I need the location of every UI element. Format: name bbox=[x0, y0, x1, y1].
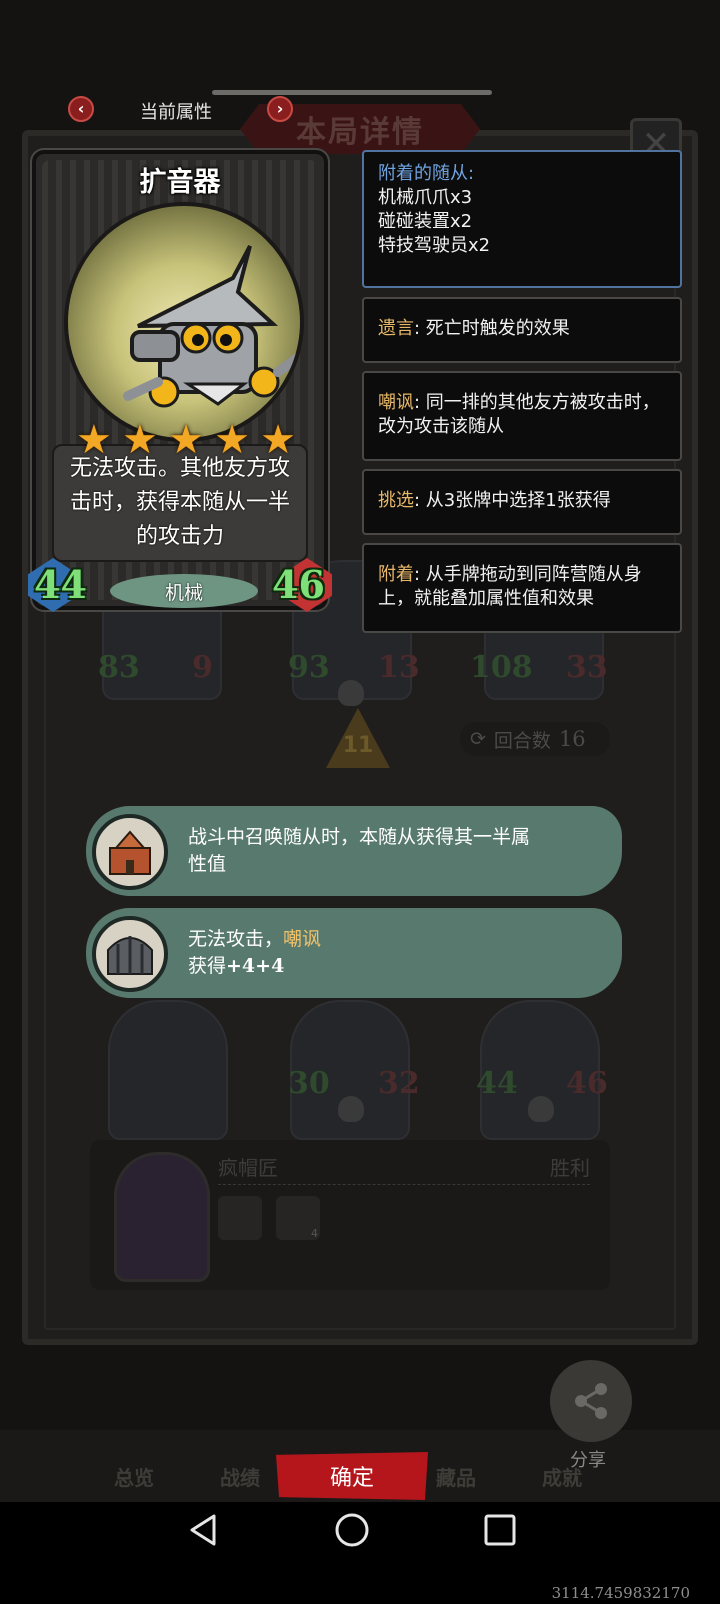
background-minion bbox=[108, 1000, 228, 1140]
card-health: 46 bbox=[272, 562, 325, 607]
share-icon bbox=[575, 1383, 607, 1419]
divider bbox=[218, 1184, 590, 1185]
refresh-icon: ⟳ bbox=[470, 728, 486, 750]
home-icon[interactable] bbox=[332, 1510, 372, 1550]
skill-text: 战斗中召唤随从时，本随从获得其一半属性值 bbox=[188, 826, 531, 875]
minion-health: 46 bbox=[566, 1066, 608, 1101]
keyword-label: 嘲讽 bbox=[378, 392, 414, 413]
round-counter: ⟳ 回合数 16 bbox=[460, 722, 610, 756]
skull-icon bbox=[528, 1096, 554, 1122]
star-rating: ★ ★ ★ ★ ★ bbox=[76, 418, 296, 462]
attached-title: 附着的随从: bbox=[378, 163, 475, 184]
card-portrait bbox=[64, 202, 304, 442]
minion-card: 扩音器 无法攻击。其他友方攻击时，获得本随从一半的攻击力 44 机械 46 bbox=[28, 150, 332, 612]
skill-text-part: 无法攻击， bbox=[188, 928, 284, 950]
round-value: 16 bbox=[558, 727, 586, 751]
page-title: 当前属性 bbox=[140, 102, 212, 123]
castle-icon bbox=[92, 814, 168, 890]
tab-overview[interactable]: 总览 bbox=[114, 1462, 154, 1491]
hero-power-icon bbox=[218, 1196, 262, 1240]
chevron-left-icon[interactable]: ‹ bbox=[68, 96, 94, 122]
tab-record[interactable]: 战绩 bbox=[220, 1462, 260, 1491]
keyword-deathrattle: 遗言: 死亡时触发的效果 bbox=[362, 297, 682, 363]
card-name: 扩音器 bbox=[139, 167, 221, 198]
star-icon: ★ bbox=[76, 417, 112, 463]
result-status: 胜利 bbox=[550, 1156, 590, 1180]
minion-health: 33 bbox=[566, 650, 608, 685]
minion-attack: 83 bbox=[98, 650, 140, 685]
keyword-attach: 附着: 从手牌拖动到同阵营随从身上，就能叠加属性值和效果 bbox=[362, 543, 682, 633]
skill-bonus: +4+4 bbox=[226, 955, 285, 977]
keyword-text: : 从手牌拖动到同阵营随从身上，就能叠加属性值和效果 bbox=[378, 564, 642, 609]
keyword-label: 附着 bbox=[378, 564, 414, 585]
house-icon: 4 bbox=[276, 1196, 320, 1240]
skill-text-part: 获得 bbox=[188, 955, 227, 977]
star-icon: ★ bbox=[168, 417, 204, 463]
minion-health: 13 bbox=[378, 650, 420, 685]
coordinate-readout: 3114.7459832170 bbox=[551, 1584, 690, 1602]
share-button[interactable] bbox=[550, 1360, 632, 1442]
keyword-label: 挑选 bbox=[378, 490, 414, 511]
keyword-label: 遗言 bbox=[378, 318, 414, 339]
card-attack: 44 bbox=[34, 562, 87, 607]
attached-item: 碰碰装置x2 bbox=[378, 211, 473, 232]
round-label: 回合数 bbox=[493, 729, 551, 752]
icon-badge: 4 bbox=[311, 1227, 318, 1240]
minion-health: 32 bbox=[378, 1066, 420, 1101]
minion-attack: 30 bbox=[288, 1066, 330, 1101]
star-icon: ★ bbox=[122, 417, 158, 463]
minion-attack: 44 bbox=[476, 1066, 518, 1101]
skull-icon bbox=[338, 680, 364, 706]
skill-bubble: 无法攻击，嘲讽 获得+4+4 bbox=[86, 908, 622, 998]
back-icon[interactable] bbox=[184, 1510, 224, 1550]
skill-text: 无法攻击，嘲讽 获得+4+4 bbox=[188, 926, 542, 980]
recents-icon[interactable] bbox=[480, 1510, 520, 1550]
attached-item: 机械爪爪x3 bbox=[378, 187, 473, 208]
keyword-text: : 同一排的其他友方被攻击时，改为攻击该随从 bbox=[378, 392, 660, 437]
chevron-right-icon[interactable]: › bbox=[267, 96, 293, 122]
attached-item: 特技驾驶员x2 bbox=[378, 235, 491, 256]
opponent-avatar bbox=[114, 1152, 210, 1282]
minion-attack: 93 bbox=[288, 650, 330, 685]
battle-result-row: 疯帽匠 胜利 4 bbox=[90, 1140, 610, 1290]
minion-attack: 108 bbox=[470, 650, 533, 685]
card-description: 无法攻击。其他友方攻击时，获得本随从一半的攻击力 bbox=[69, 456, 290, 549]
keyword-discover: 挑选: 从3张牌中选择1张获得 bbox=[362, 469, 682, 535]
attached-minions-box: 附着的随从: 机械爪爪x3 碰碰装置x2 特技驾驶员x2 bbox=[362, 150, 682, 288]
star-icon: ★ bbox=[260, 417, 296, 463]
card-tribe: 机械 bbox=[110, 574, 258, 608]
opponent-name: 疯帽匠 bbox=[218, 1156, 278, 1180]
cage-icon bbox=[92, 916, 168, 992]
keyword-taunt: 嘲讽: 同一排的其他友方被攻击时，改为攻击该随从 bbox=[362, 371, 682, 461]
share-label: 分享 bbox=[570, 1450, 606, 1471]
keyword-text: : 从3张牌中选择1张获得 bbox=[414, 490, 611, 511]
minion-health: 9 bbox=[192, 650, 213, 685]
keyword-text: : 死亡时触发的效果 bbox=[414, 318, 570, 339]
confirm-button[interactable]: 确定 bbox=[276, 1452, 428, 1500]
star-icon: ★ bbox=[214, 417, 250, 463]
skill-keyword: 嘲讽 bbox=[283, 928, 322, 950]
skull-icon bbox=[338, 1096, 364, 1122]
drag-handle[interactable] bbox=[212, 90, 492, 95]
skill-bubble: 战斗中召唤随从时，本随从获得其一半属性值 bbox=[86, 806, 622, 896]
tab-collection[interactable]: 藏品 bbox=[436, 1462, 476, 1491]
megaphone-robot-illustration bbox=[123, 245, 300, 408]
